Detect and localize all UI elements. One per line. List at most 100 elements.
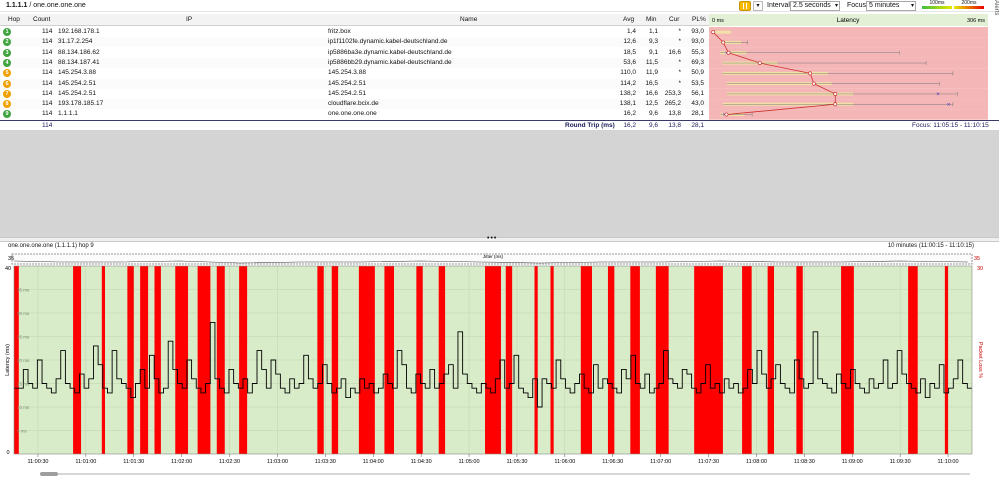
hop-badge: 9: [3, 110, 11, 119]
table-row[interactable]: 5 114 145.254.3.88 145.254.3.88 110,0 11,9 * 50…: [0, 68, 709, 78]
packet-loss-bar: [197, 266, 211, 454]
name-cell: 145.254.2.51: [328, 79, 366, 87]
table-row[interactable]: 9 114 1.1.1.1 one.one.one.one 16,2 9,6 13,8 28,…: [0, 109, 709, 119]
packet-loss-bar: [607, 266, 615, 454]
footer-count: 114: [42, 122, 53, 129]
min-cell: 9,1: [648, 48, 658, 56]
x-tick-label: 11:01:00: [75, 459, 96, 465]
cur-cell: *: [678, 38, 681, 46]
column-header-cur[interactable]: Cur: [669, 16, 679, 23]
x-tick-label: 11:08:00: [746, 459, 767, 465]
x-tick-label: 11:06:30: [602, 459, 623, 465]
packet-loss-bar: [101, 266, 106, 454]
target-address: 1.1.1.1: [6, 2, 28, 9]
packet-loss-bar: [127, 266, 134, 454]
hop-badge: 8: [3, 100, 11, 109]
jitter-max-right-label: 35: [974, 256, 980, 262]
ip-cell: 145.254.2.51: [58, 89, 96, 97]
pl-cell: 56,1: [691, 89, 704, 97]
min-cell: 1,1: [648, 28, 658, 35]
column-header-hop[interactable]: Hop: [8, 16, 20, 23]
graph-title: one.one.one.one (1.1.1.1) hop 9: [8, 243, 94, 249]
ip-cell: 1.1.1.1: [58, 110, 78, 118]
column-header-ip[interactable]: IP: [186, 16, 192, 23]
packet-loss-bar: [140, 266, 149, 454]
target-hostname: one.one.one.one: [33, 2, 86, 9]
ip-cell: 193.178.185.17: [58, 100, 104, 108]
count-cell: 114: [42, 69, 53, 77]
packet-loss-bar: [767, 266, 775, 454]
footer-cur: 13,8: [668, 122, 681, 129]
chevron-down-icon: ▾: [834, 3, 838, 9]
focus-select[interactable]: 5 minutes ▾: [866, 1, 916, 11]
min-cell: 16,6: [645, 89, 658, 97]
splitter-handle[interactable]: •••: [0, 235, 999, 242]
table-row[interactable]: 8 114 193.178.185.17 cloudflare.bcix.de 138,…: [0, 99, 709, 110]
column-header-avg[interactable]: Avg: [623, 16, 634, 23]
table-row[interactable]: 3 114 88.134.186.62 ip5886ba3e.dynamic.kabe…: [0, 48, 709, 58]
scale-100ms: 100ms: [922, 0, 952, 9]
hop-badge: 7: [3, 89, 11, 98]
min-cell: 11,5: [645, 58, 658, 66]
name-cell: ip5886ba3e.dynamic.kabel-deutschland.de: [328, 48, 452, 56]
cur-cell: *: [678, 79, 681, 87]
options-dropdown-button[interactable]: ▾: [753, 1, 763, 11]
table-row[interactable]: 2 114 31.17.2.254 ip1f1102fe.dynamic.kabel-…: [0, 37, 709, 48]
count-cell: 114: [42, 79, 53, 87]
scale-200ms: 200ms: [954, 0, 984, 9]
count-cell: 114: [42, 100, 53, 108]
x-tick-label: 11:08:30: [794, 459, 815, 465]
scrollbar-thumb[interactable]: [40, 472, 58, 476]
graph-time-range: 10 minutes (11:00:15 - 11:10:15): [887, 243, 974, 249]
average-latency-point: [833, 102, 838, 107]
x-tick-label: 11:00:30: [27, 459, 48, 465]
pause-button[interactable]: [739, 1, 751, 11]
min-cell: 11,9: [645, 69, 658, 77]
x-tick-label: 11:01:30: [123, 459, 144, 465]
avg-cell: 114,2: [620, 79, 636, 87]
table-row[interactable]: 7 114 145.254.2.51 145.254.2.51 138,2 16,6 253…: [0, 89, 709, 99]
latency-range-band: [712, 30, 732, 34]
column-header-min[interactable]: Min: [646, 16, 656, 23]
timeline-scrollbar[interactable]: [40, 472, 970, 476]
footer-pl: 28,1: [691, 122, 704, 129]
packet-loss-bar: [655, 266, 669, 454]
packet-loss-bar: [534, 266, 538, 454]
x-tick-label: 11:07:00: [650, 459, 671, 465]
cur-cell: 13,8: [668, 110, 681, 118]
avg-cell: 53,6: [623, 58, 636, 66]
x-tick-label: 11:03:30: [315, 459, 336, 465]
interval-label: Interval: [767, 2, 790, 9]
hop-badge: 6: [3, 79, 11, 88]
count-cell: 114: [42, 110, 53, 118]
hop-badge: 1: [3, 28, 11, 36]
y-axis-right-label: Packet Loss %: [977, 342, 983, 378]
x-tick-label: 11:02:00: [171, 459, 192, 465]
avg-cell: 138,1: [619, 100, 636, 108]
pl-cell: 53,5: [691, 79, 704, 87]
column-header-name[interactable]: Name: [460, 16, 477, 23]
column-header-count[interactable]: Count: [33, 16, 50, 23]
packet-loss-bar: [908, 266, 918, 454]
average-latency-point: [833, 91, 838, 96]
x-tick-label: 11:04:30: [411, 459, 432, 465]
hop-badge: 2: [3, 38, 11, 47]
x-tick-label: 11:02:30: [219, 459, 240, 465]
avg-cell: 1,4: [626, 28, 636, 35]
table-header: Hop Count IP Name Avg Min Cur PL%: [0, 14, 709, 26]
footer-min: 9,6: [648, 122, 658, 129]
table-row[interactable]: 4 114 88.134.187.41 ip5886bb29.dynamic.kabe…: [0, 57, 709, 68]
y-tick-label: 35 ms: [17, 288, 30, 293]
interval-select[interactable]: 2.5 seconds ▾: [790, 1, 840, 11]
pl-cell: 43,0: [691, 100, 704, 108]
jitter-max-label: 35: [8, 256, 14, 262]
x-tick-label: 11:09:30: [890, 459, 911, 465]
packet-loss-bar: [358, 266, 375, 454]
table-row[interactable]: 6 114 145.254.2.51 145.254.2.51 114,2 16,5 * 53…: [0, 78, 709, 89]
current-latency-marker: ×: [936, 92, 940, 98]
packet-loss-bar: [154, 266, 161, 454]
y-tick-label: 15 ms: [17, 382, 30, 387]
avg-cell: 16,2: [623, 110, 636, 118]
table-row[interactable]: 1 114 192.168.178.1 fritz.box 1,4 1,1 * 93,0: [0, 27, 709, 37]
column-header-pl[interactable]: PL%: [692, 16, 706, 23]
